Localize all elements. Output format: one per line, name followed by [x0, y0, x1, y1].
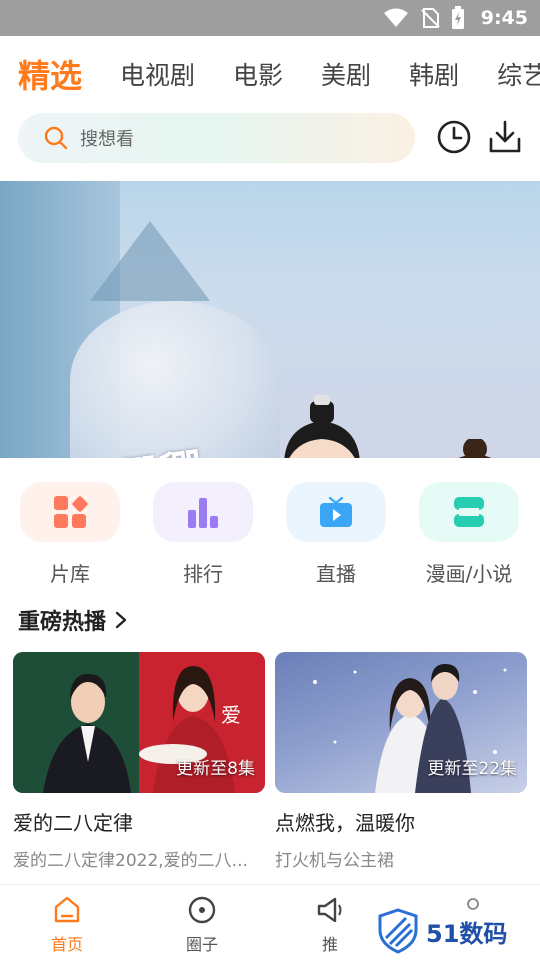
show-card[interactable]: 爱 更新至8集 爱的二八定律 爱的二八定律2022,爱的二八...	[13, 652, 265, 871]
nav-circle[interactable]: 圈子	[162, 895, 242, 955]
search-icon	[44, 126, 68, 150]
nav-recommend[interactable]: 推	[290, 895, 370, 955]
quick-link-label: 片库	[50, 562, 90, 586]
clock-time: 9:45	[480, 7, 528, 29]
book-s-icon	[454, 497, 484, 527]
quick-link-box	[153, 482, 253, 542]
quick-link-label: 直播	[316, 562, 356, 586]
quick-link-label: 漫画/小说	[425, 562, 513, 586]
episode-badge: 更新至8集	[176, 759, 255, 779]
shield-logo-icon	[378, 908, 418, 954]
show-description: 打火机与公主裙	[275, 851, 394, 871]
chevron-right-icon	[115, 611, 127, 629]
tab-k-drama[interactable]: 韩剧	[409, 56, 459, 92]
tab-movies[interactable]: 电影	[233, 56, 283, 92]
show-title: 爱的二八定律	[13, 811, 133, 835]
episode-badge: 更新至22集	[427, 759, 517, 779]
quick-link-box	[20, 482, 120, 542]
tv-play-icon	[320, 496, 352, 527]
quick-link-ranking[interactable]: 排行	[153, 482, 253, 587]
quick-link-box	[419, 482, 519, 542]
grid-shapes-icon	[54, 496, 88, 528]
quick-link-comics-novels[interactable]: 漫画/小说	[419, 482, 519, 587]
watermark-text: 51数码	[426, 919, 508, 948]
show-poster: 更新至22集	[275, 652, 527, 793]
show-poster: 爱 更新至8集	[13, 652, 265, 793]
svg-text:爱: 爱	[221, 703, 241, 727]
banner-actress-illustration	[458, 439, 492, 458]
clock-icon	[437, 120, 471, 154]
quick-link-live[interactable]: 直播	[286, 482, 386, 587]
show-description: 爱的二八定律2022,爱的二八...	[13, 851, 248, 871]
search-placeholder: 搜想看	[80, 129, 134, 150]
tab-featured[interactable]: 精选	[18, 51, 82, 97]
section-title: 重磅热播	[18, 610, 107, 635]
home-icon	[54, 896, 80, 923]
tab-variety[interactable]: 综艺	[497, 56, 540, 92]
nav-label: 首页	[50, 935, 83, 954]
download-button[interactable]	[485, 117, 525, 157]
quick-link-box	[286, 482, 386, 542]
hero-banner[interactable]: 卿卿日常	[0, 181, 540, 458]
battery-icon	[451, 6, 464, 29]
no-sim-icon	[421, 8, 440, 28]
banner-actor-illustration	[284, 395, 360, 458]
show-title: 点燃我，温暖你	[275, 811, 415, 835]
tab-tv-series[interactable]: 电视剧	[120, 56, 195, 92]
status-bar: 9:45	[0, 0, 540, 36]
megaphone-icon	[317, 897, 342, 923]
quick-link-label: 排行	[183, 562, 223, 586]
section-header-hot[interactable]: 重磅热播	[18, 604, 128, 636]
search-bar[interactable]: 搜想看	[18, 113, 415, 163]
bar-chart-icon	[188, 498, 218, 528]
show-card[interactable]: 更新至22集 点燃我，温暖你 打火机与公主裙	[275, 652, 527, 871]
category-tabs: 精选 电视剧 电影 美剧 韩剧 综艺	[0, 36, 540, 112]
nav-label: 推	[321, 935, 338, 954]
watermark: 51数码	[376, 908, 507, 954]
nav-label: 圈子	[185, 935, 218, 954]
circle-icon	[188, 896, 216, 924]
download-icon	[489, 120, 521, 153]
quick-link-library[interactable]: 片库	[20, 482, 120, 587]
nav-home[interactable]: 首页	[27, 895, 107, 955]
history-button[interactable]	[434, 117, 474, 157]
tab-us-drama[interactable]: 美剧	[321, 56, 371, 92]
wifi-icon	[383, 8, 408, 27]
